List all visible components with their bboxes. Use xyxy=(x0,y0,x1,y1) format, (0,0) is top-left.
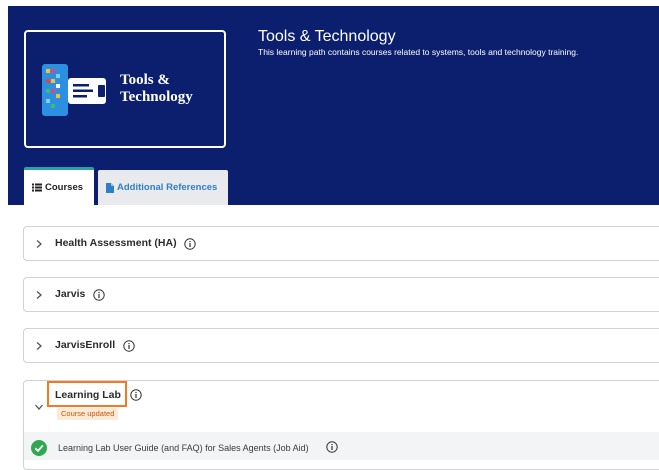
accordion-title-text: Health Assessment (HA) xyxy=(55,237,177,250)
tab-additional-references[interactable]: Additional References xyxy=(98,170,228,205)
tab-additional-references-label: Additional References xyxy=(117,182,218,193)
chevron-right-icon xyxy=(36,290,42,299)
document-icon xyxy=(106,182,114,193)
accordion-title: JarvisEnroll xyxy=(55,339,135,351)
logo-text: Tools & Technology xyxy=(120,72,220,106)
accordion-title-text: JarvisEnroll xyxy=(55,339,116,352)
check-circle-icon xyxy=(31,440,47,456)
list-icon xyxy=(32,183,42,192)
logo-text-line-1: Tools & xyxy=(120,72,170,88)
learning-path-logo: Tools & Technology xyxy=(24,30,226,148)
list-item[interactable]: Learning Lab User Guide (and FAQ) for Sa… xyxy=(24,432,659,460)
accordion-jarvisenroll[interactable]: JarvisEnroll xyxy=(23,328,659,363)
chevron-right-icon xyxy=(36,341,42,350)
tab-courses[interactable]: Courses xyxy=(24,167,94,205)
tools-technology-icon xyxy=(42,64,106,116)
accordion-title: Health Assessment (HA) xyxy=(55,237,197,250)
page-description: This learning path contains courses rela… xyxy=(258,47,579,57)
course-item-label[interactable]: Learning Lab User Guide (and FAQ) for Sa… xyxy=(58,443,309,453)
accordion-title-text: Jarvis xyxy=(55,288,86,301)
info-icon[interactable] xyxy=(93,288,105,301)
chevron-right-icon xyxy=(36,239,42,248)
accordion-jarvis[interactable]: Jarvis xyxy=(23,277,659,312)
info-icon[interactable] xyxy=(130,389,142,401)
tab-courses-label: Courses xyxy=(45,182,84,193)
page-title: Tools & Technology xyxy=(258,28,396,45)
accordion-title-learning-lab: Learning Lab xyxy=(55,389,121,401)
accordion-title: Jarvis xyxy=(55,288,105,300)
info-icon[interactable] xyxy=(123,339,135,352)
status-badge: Course updated xyxy=(57,408,119,420)
logo-text-line-2: Technology xyxy=(120,89,193,105)
info-icon[interactable] xyxy=(326,441,338,453)
accordion-health-assessment[interactable]: Health Assessment (HA) xyxy=(23,226,659,261)
chevron-down-icon xyxy=(35,404,43,410)
info-icon[interactable] xyxy=(184,237,197,250)
